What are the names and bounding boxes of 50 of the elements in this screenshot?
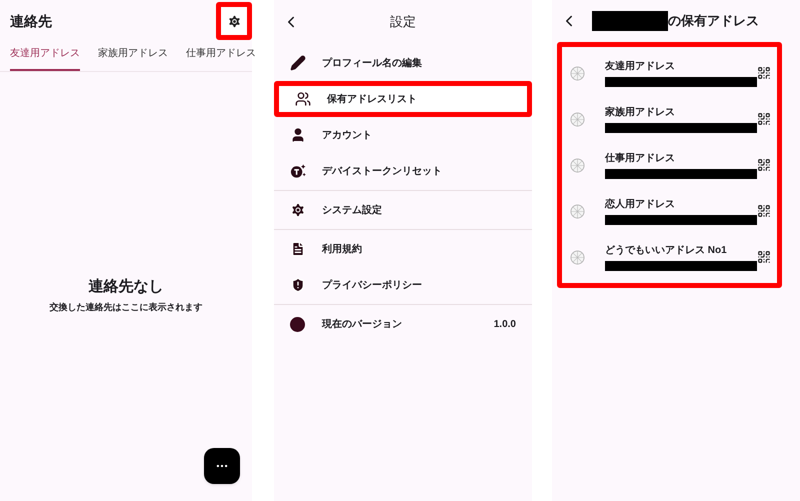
settings-item-label: デバイストークンリセット xyxy=(322,164,443,178)
globe-avatar-icon xyxy=(570,250,585,264)
empty-title: 連絡先なし xyxy=(88,277,164,297)
shield-icon xyxy=(290,277,306,293)
qr-code-icon[interactable] xyxy=(757,158,771,172)
globe-avatar-icon xyxy=(570,158,585,172)
more-button[interactable] xyxy=(204,448,240,484)
settings-item-label: アカウント xyxy=(322,128,373,142)
document-icon xyxy=(290,241,306,257)
screen-title: の保有アドレス xyxy=(668,12,759,30)
settings-item[interactable]: デバイストークンリセット xyxy=(274,153,532,189)
person-icon xyxy=(290,127,306,143)
address-name: どうでもいいアドレス No1 xyxy=(605,244,728,258)
settings-item[interactable]: システム設定 xyxy=(274,192,532,228)
tab[interactable]: 友達用アドレス xyxy=(10,44,80,71)
settings-item[interactable]: 現在のバージョン 1.0.0 xyxy=(274,306,532,342)
qr-code-icon[interactable] xyxy=(757,112,771,126)
token-reset-icon xyxy=(290,163,307,179)
settings-item-label: システム設定 xyxy=(322,203,383,218)
empty-message: 交換した連絡先はここに表示されます xyxy=(50,300,202,314)
screen-title: 連絡先 xyxy=(10,12,52,30)
qr-code-icon[interactable] xyxy=(757,250,771,264)
settings-item-label: プライバシーポリシー xyxy=(322,278,423,292)
settings-item-label: 現在のバージョン xyxy=(322,318,403,332)
people-icon xyxy=(295,91,311,107)
tab[interactable]: 仕事用アドレス xyxy=(186,44,256,71)
settings-item[interactable]: プロフィール名の編集 xyxy=(274,45,532,81)
globe-avatar-icon xyxy=(570,112,585,126)
qr-code-icon[interactable] xyxy=(757,66,771,80)
address-name: 家族用アドレス xyxy=(605,105,676,120)
settings-item-label: 保有アドレスリスト xyxy=(327,92,418,106)
qr-code-icon[interactable] xyxy=(757,204,771,218)
screen-title: 設定 xyxy=(390,13,416,32)
tab[interactable]: 家族用アドレス xyxy=(98,44,168,71)
globe-avatar-icon xyxy=(570,66,585,80)
pencil-icon xyxy=(290,55,306,71)
settings-item[interactable]: アカウント xyxy=(274,117,532,153)
address-name: 仕事用アドレス xyxy=(605,152,676,166)
settings-item-label: 利用規約 xyxy=(322,242,363,256)
settings-icon xyxy=(226,14,242,28)
address-name: 友達用アドレス xyxy=(605,60,676,74)
globe-avatar-icon xyxy=(570,204,585,218)
settings-icon xyxy=(290,202,306,218)
settings-item[interactable]: 利用規約 xyxy=(274,231,532,267)
settings-item[interactable]: プライバシーポリシー xyxy=(274,267,532,303)
settings-item[interactable]: 保有アドレスリスト xyxy=(274,81,532,117)
settings-button[interactable] xyxy=(216,2,252,40)
version-value: 1.0.0 xyxy=(494,318,516,332)
address-name: 恋人用アドレス xyxy=(605,197,676,212)
settings-item-label: プロフィール名の編集 xyxy=(322,56,423,70)
